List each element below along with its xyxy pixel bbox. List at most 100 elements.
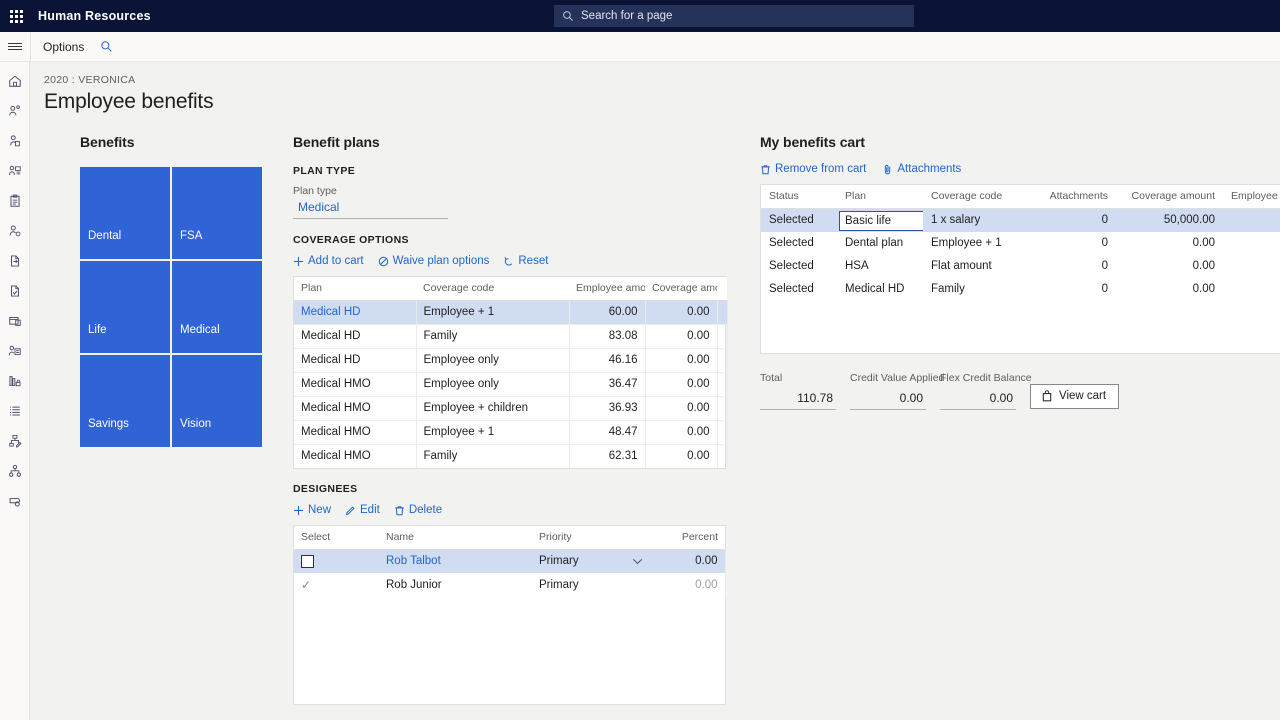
rail-item-person-board[interactable] bbox=[0, 336, 30, 366]
cell-attachments[interactable]: 0 bbox=[1033, 208, 1116, 232]
table-row[interactable]: ✓ Rob Junior Primary 0.00 bbox=[294, 573, 726, 598]
table-row[interactable]: Medical HMO Employee only 36.47 0.00 bbox=[294, 372, 728, 397]
cell-plan[interactable]: Medical HD bbox=[294, 324, 417, 349]
cell-coverage-amount[interactable]: 0.00 bbox=[1116, 278, 1223, 301]
column-header-coverage-code[interactable]: Coverage code bbox=[923, 185, 1033, 209]
cell-plan[interactable]: Medical HMO bbox=[294, 444, 417, 468]
cell-coverage-code[interactable]: Employee only bbox=[416, 348, 570, 373]
global-search-input[interactable]: Search for a page bbox=[554, 5, 914, 27]
rail-item-workers[interactable] bbox=[0, 96, 30, 126]
table-row[interactable]: Medical HMO Employee + children 36.93 0.… bbox=[294, 396, 728, 421]
column-header-priority[interactable]: Priority bbox=[532, 526, 652, 550]
plan-cell-editor[interactable]: Basic life bbox=[839, 210, 923, 231]
cell-coverage-amount[interactable]: 0.00 bbox=[645, 420, 718, 445]
rail-item-document-check[interactable] bbox=[0, 276, 30, 306]
table-row[interactable]: Medical HD Family 83.08 0.00 bbox=[294, 324, 728, 349]
cell-designee-name[interactable]: Rob Junior bbox=[379, 573, 532, 598]
cell-coverage-amount[interactable]: 0.00 bbox=[645, 444, 718, 468]
cell-coverage-amount[interactable]: 0.00 bbox=[645, 372, 718, 397]
cell-designee-percent[interactable]: 0.00 bbox=[652, 549, 726, 573]
benefit-tile-medical[interactable]: Medical bbox=[172, 261, 262, 353]
rail-item-org-chart[interactable] bbox=[0, 456, 30, 486]
cell-coverage-code[interactable]: Employee + children bbox=[416, 396, 570, 421]
plan-type-input[interactable]: Medical bbox=[293, 197, 448, 219]
table-row[interactable]: Medical HMO Family 62.31 0.00 bbox=[294, 444, 728, 468]
checkbox-icon[interactable] bbox=[301, 554, 314, 568]
cell-coverage-amount[interactable]: 0.00 bbox=[645, 348, 718, 373]
rail-item-tag[interactable] bbox=[0, 486, 30, 516]
cell-employee-amount[interactable]: 83.08 bbox=[1223, 278, 1280, 301]
cell-coverage-amount[interactable]: 0.00 bbox=[1116, 232, 1223, 255]
benefit-tile-savings[interactable]: Savings bbox=[80, 355, 170, 447]
cell-employee-amount[interactable]: 48.47 bbox=[569, 420, 646, 445]
cell-coverage-amount[interactable]: 0.00 bbox=[645, 300, 718, 325]
table-row[interactable]: Selected HSA Flat amount 0 0.00 0.00 bbox=[761, 255, 1280, 278]
column-header-employee-amount[interactable]: Employee amount bbox=[1223, 185, 1280, 209]
table-row[interactable]: Selected Dental plan Employee + 1 0 0.00… bbox=[761, 232, 1280, 255]
flex-credit-balance-value[interactable]: 0.00 bbox=[940, 387, 1016, 410]
cell-employee-amount[interactable]: 60.00 bbox=[569, 300, 646, 325]
chevron-down-icon[interactable] bbox=[632, 556, 643, 568]
benefit-tile-life[interactable]: Life bbox=[80, 261, 170, 353]
cell-coverage-amount[interactable]: 0.00 bbox=[645, 396, 718, 421]
cell-coverage-code[interactable]: Family bbox=[923, 278, 1033, 301]
credit-value-applied-value[interactable]: 0.00 bbox=[850, 387, 926, 410]
cell-coverage-amount[interactable]: 50,000.00 bbox=[1116, 208, 1223, 232]
column-header-percent[interactable]: Percent bbox=[652, 526, 725, 550]
column-header-attachments[interactable]: Attachments bbox=[1033, 185, 1116, 209]
cell-employee-amount[interactable]: 83.08 bbox=[569, 324, 646, 349]
cell-plan[interactable]: Dental plan bbox=[837, 232, 923, 255]
cell-plan[interactable]: Medical HMO bbox=[294, 372, 417, 397]
table-row[interactable]: Medical HD Employee + 1 60.00 0.00 bbox=[294, 300, 728, 325]
column-header-coverage-code[interactable]: Coverage code bbox=[416, 277, 569, 301]
cell-status[interactable]: Selected bbox=[761, 278, 837, 301]
table-row[interactable]: Selected Basic life 1 x salary 0 50,000.… bbox=[761, 208, 1280, 232]
rail-item-chart-lock[interactable] bbox=[0, 366, 30, 396]
cell-employee-amount[interactable]: 27.70 bbox=[1223, 232, 1280, 255]
column-header-plan[interactable]: Plan bbox=[837, 185, 923, 209]
cell-plan[interactable]: Medical HD bbox=[837, 278, 923, 301]
cell-employee-amount[interactable]: 46.16 bbox=[569, 348, 646, 373]
cell-plan[interactable]: HSA bbox=[837, 255, 923, 278]
remove-from-cart-button[interactable]: Remove from cart bbox=[760, 163, 866, 175]
cell-attachments[interactable]: 0 bbox=[1033, 255, 1116, 278]
benefit-tile-dental[interactable]: Dental bbox=[80, 167, 170, 259]
options-button[interactable]: Options bbox=[31, 40, 94, 54]
cell-employee-amount[interactable]: 36.93 bbox=[569, 396, 646, 421]
rail-item-person[interactable] bbox=[0, 126, 30, 156]
cell-coverage-code[interactable]: Employee only bbox=[416, 372, 570, 397]
designee-select-check[interactable]: ✓ bbox=[294, 573, 379, 598]
cell-coverage-code[interactable]: Employee + 1 bbox=[923, 232, 1033, 255]
cell-status[interactable]: Selected bbox=[761, 208, 837, 232]
table-row[interactable]: Selected Medical HD Family 0 0.00 83.08 bbox=[761, 278, 1280, 301]
cell-status[interactable]: Selected bbox=[761, 255, 837, 278]
column-header-coverage-amount[interactable]: Coverage amount bbox=[1116, 185, 1223, 209]
cell-attachments[interactable]: 0 bbox=[1033, 232, 1116, 255]
designee-select-checkbox[interactable] bbox=[294, 549, 379, 573]
delete-designee-button[interactable]: Delete bbox=[394, 504, 442, 516]
app-launcher-icon[interactable] bbox=[0, 0, 32, 32]
waive-plan-options-button[interactable]: Waive plan options bbox=[378, 255, 489, 267]
column-header-plan[interactable]: Plan bbox=[294, 277, 416, 301]
rail-item-clipboard[interactable] bbox=[0, 186, 30, 216]
column-header-employee-amount[interactable]: Employee amo... bbox=[569, 277, 645, 301]
reset-button[interactable]: Reset bbox=[503, 255, 548, 267]
rail-item-person-settings[interactable] bbox=[0, 216, 30, 246]
total-value[interactable]: 110.78 bbox=[760, 387, 836, 410]
hamburger-icon[interactable] bbox=[0, 32, 30, 62]
cell-employee-amount[interactable]: 62.31 bbox=[569, 444, 646, 468]
column-header-status[interactable]: Status bbox=[761, 185, 837, 209]
cell-coverage-code[interactable]: Employee + 1 bbox=[416, 300, 570, 325]
page-search-icon[interactable] bbox=[94, 40, 119, 53]
cell-plan[interactable]: Medical HMO bbox=[294, 420, 417, 445]
cell-coverage-amount[interactable]: 0.00 bbox=[1116, 255, 1223, 278]
column-header-coverage-amount[interactable]: Coverage amo... bbox=[645, 277, 717, 301]
table-row[interactable]: Rob Talbot Primary 0.00 bbox=[294, 549, 726, 573]
new-designee-button[interactable]: New bbox=[293, 504, 331, 516]
rail-item-org-edit[interactable] bbox=[0, 426, 30, 456]
cell-plan[interactable]: Medical HD bbox=[294, 348, 417, 373]
column-header-name[interactable]: Name bbox=[379, 526, 532, 550]
cell-coverage-code[interactable]: Flat amount bbox=[923, 255, 1033, 278]
cell-employee-amount[interactable]: 0.00 bbox=[1223, 208, 1280, 232]
rail-item-document-arrow[interactable] bbox=[0, 246, 30, 276]
